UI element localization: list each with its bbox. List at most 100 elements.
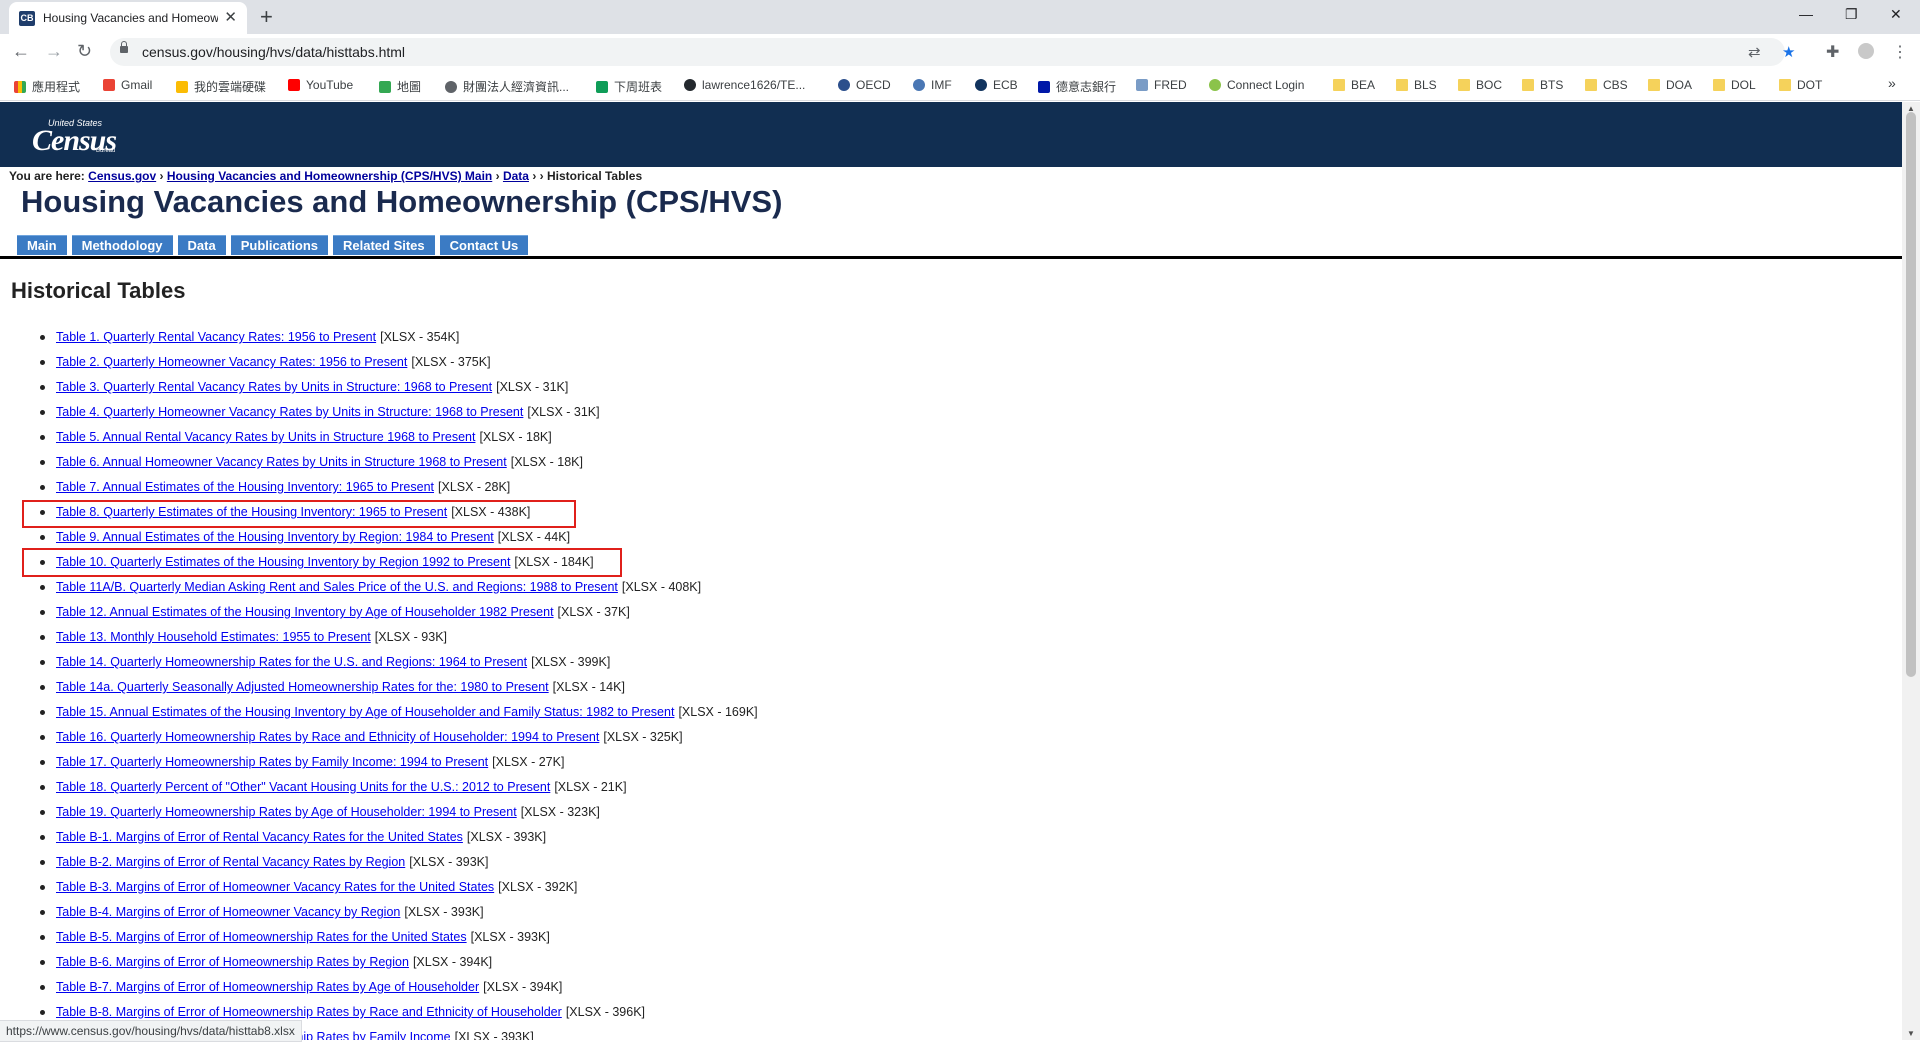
table-download-link[interactable]: Table B-3. Margins of Error of Homeowner… [56,880,494,894]
profile-avatar[interactable] [1858,43,1874,59]
table-download-link[interactable]: Table 14. Quarterly Homeownership Rates … [56,655,527,669]
bookmark-item[interactable]: 下周班表 [596,78,662,95]
census-favicon-icon: CB [19,11,35,26]
table-download-link[interactable]: Table B-4. Margins of Error of Homeowner… [56,905,400,919]
bullet-icon [40,610,45,615]
bookmark-item[interactable]: 我的雲端硬碟 [176,78,266,95]
forward-icon[interactable]: → [45,41,63,62]
folder-icon [1333,79,1345,91]
bookmark-item[interactable]: DOL [1713,78,1756,92]
table-download-link[interactable]: Table 18. Quarterly Percent of "Other" V… [56,780,550,794]
restore-icon[interactable]: ❐ [1845,6,1858,23]
address-bar[interactable]: census.gov/housing/hvs/data/histtabs.htm… [110,38,1795,66]
bullet-icon [40,1010,45,1015]
translate-icon[interactable]: ⇄ [1748,43,1761,61]
table-entry: Table 14. Quarterly Homeownership Rates … [56,655,610,669]
nav-publications[interactable]: Publications [230,235,328,255]
minimize-icon[interactable]: — [1799,6,1813,22]
bookmark-item[interactable]: IMF [913,78,952,92]
bullet-icon [40,785,45,790]
table-download-link[interactable]: Table 3. Quarterly Rental Vacancy Rates … [56,380,492,394]
table-download-link[interactable]: Table 15. Annual Estimates of the Housin… [56,705,674,719]
scroll-down-icon[interactable]: ▼ [1907,1029,1915,1038]
menu-icon[interactable]: ⋮ [1892,42,1908,62]
table-download-link[interactable]: Table 4. Quarterly Homeowner Vacancy Rat… [56,405,523,419]
github-icon [684,79,696,91]
file-size-label: [XLSX - 18K] [479,430,552,444]
bookmark-item[interactable]: CBS [1585,78,1628,92]
table-entry: Table B-2. Margins of Error of Rental Va… [56,855,488,869]
bookmark-item[interactable]: 德意志銀行 [1038,78,1116,95]
table-download-link[interactable]: Table B-5. Margins of Error of Homeowner… [56,930,467,944]
bookmark-star-icon[interactable]: ★ [1782,43,1795,61]
youtube-icon [288,79,300,91]
table-download-link[interactable]: Table 16. Quarterly Homeownership Rates … [56,730,599,744]
folder-icon [1396,79,1408,91]
scrollbar-thumb[interactable] [1906,112,1916,677]
bookmark-item[interactable]: BTS [1522,78,1563,92]
table-download-link[interactable]: Table 17. Quarterly Homeownership Rates … [56,755,488,769]
bookmark-item[interactable]: 應用程式 [14,78,80,95]
nav-related-sites[interactable]: Related Sites [333,235,435,255]
bookmark-item[interactable]: BLS [1396,78,1437,92]
site-header: United States Census Bureau [0,102,1902,167]
table-download-link[interactable]: Table B-7. Margins of Error of Homeowner… [56,980,479,994]
table-download-link[interactable]: Table 6. Annual Homeowner Vacancy Rates … [56,455,507,469]
file-size-label: [XLSX - 408K] [621,580,702,594]
nav-data[interactable]: Data [177,235,226,255]
bookmark-item[interactable]: OECD [838,78,891,92]
table-download-link[interactable]: Table 11A/B. Quarterly Median Asking Ren… [56,580,618,594]
bookmark-item[interactable]: Gmail [103,78,152,92]
bullet-icon [40,960,45,965]
breadcrumb-link-census[interactable]: Census.gov [88,169,156,183]
reload-icon[interactable]: ↻ [77,41,92,62]
bookmark-item[interactable]: DOT [1779,78,1822,92]
table-download-link[interactable]: Table B-1. Margins of Error of Rental Va… [56,830,463,844]
table-download-link[interactable]: Table B-8. Margins of Error of Homeowner… [56,1005,562,1019]
bookmark-item[interactable]: ECB [975,78,1018,92]
table-download-link[interactable]: Table 19. Quarterly Homeownership Rates … [56,805,517,819]
url-text[interactable]: census.gov/housing/hvs/data/histtabs.htm… [142,44,405,60]
file-size-label: [XLSX - 392K] [498,880,578,894]
table-download-link[interactable]: Table 2. Quarterly Homeowner Vacancy Rat… [56,355,407,369]
table-download-link[interactable]: Table B-6. Margins of Error of Homeowner… [56,955,409,969]
table-download-link[interactable]: Table 1. Quarterly Rental Vacancy Rates:… [56,330,376,344]
apps-grid-icon [14,81,26,93]
browser-tab[interactable]: CB Housing Vacancies and Homeownership (… [9,2,247,34]
table-download-link[interactable]: Table 9. Annual Estimates of the Housing… [56,530,494,544]
nav-contact-us[interactable]: Contact Us [439,235,529,255]
table-download-link[interactable]: Table 14a. Quarterly Seasonally Adjusted… [56,680,549,694]
bookmark-item[interactable]: 地圖 [379,78,421,95]
table-download-link[interactable]: Table 5. Annual Rental Vacancy Rates by … [56,430,475,444]
bookmark-item[interactable]: lawrence1626/TE... [684,78,805,92]
nav-methodology[interactable]: Methodology [71,235,173,255]
table-download-link[interactable]: Table 12. Annual Estimates of the Housin… [56,605,554,619]
file-size-label: [XLSX - 31K] [527,405,600,419]
new-tab-icon[interactable]: + [260,4,273,30]
extensions-icon[interactable]: ✚ [1826,42,1839,62]
back-icon[interactable]: ← [12,41,30,62]
table-download-link[interactable]: Table B-2. Margins of Error of Rental Va… [56,855,405,869]
bookmark-item[interactable]: YouTube [288,78,353,92]
table-entry: Table B-8. Margins of Error of Homeowner… [56,1005,645,1019]
breadcrumb-link-data[interactable]: Data [503,169,529,183]
table-download-link[interactable]: Table 7. Annual Estimates of the Housing… [56,480,434,494]
bookmark-item[interactable]: BEA [1333,78,1375,92]
bookmark-item[interactable]: FRED [1136,78,1187,92]
close-tab-icon[interactable]: ✕ [224,8,237,26]
file-size-label: [XLSX - 169K] [678,705,758,719]
more-bookmarks-icon[interactable]: » [1888,75,1896,91]
folder-icon [1585,79,1597,91]
bullet-icon [40,435,45,440]
lock-icon[interactable] [120,41,128,53]
nav-main[interactable]: Main [17,235,67,255]
file-size-label: [XLSX - 394K] [412,955,493,969]
table-download-link[interactable]: Table 13. Monthly Household Estimates: 1… [56,630,371,644]
breadcrumb-link-hvs-main[interactable]: Housing Vacancies and Homeownership (CPS… [167,169,492,183]
bookmark-item[interactable]: Connect Login [1209,78,1304,92]
close-window-icon[interactable]: ✕ [1890,6,1902,23]
bookmark-item[interactable]: 財團法人經濟資訊... [445,78,569,95]
bookmark-item[interactable]: DOA [1648,78,1692,92]
bookmark-item[interactable]: BOC [1458,78,1502,92]
page-scrollbar[interactable]: ▲ ▼ [1902,102,1920,1040]
